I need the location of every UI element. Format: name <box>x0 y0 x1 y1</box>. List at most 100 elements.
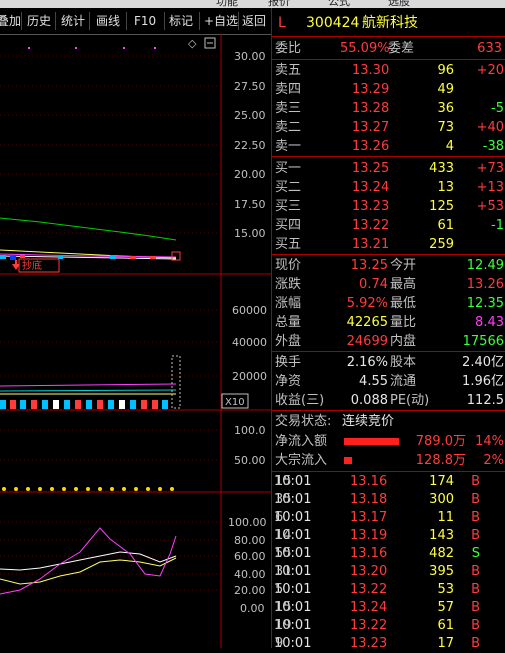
flow-bar <box>344 457 352 464</box>
tick-count: 9 <box>275 636 284 651</box>
menu-item-function[interactable]: 功能 <box>216 0 238 8</box>
ask-price: 13.28 <box>352 101 390 116</box>
bid-volume: 13 <box>437 180 454 195</box>
draw-line-button[interactable]: 画线 <box>93 12 127 30</box>
quote-value-2: 12.35 <box>466 296 504 311</box>
bid-label: 买五 <box>275 237 302 252</box>
volume-axis: 60000 40000 20000 <box>232 304 267 383</box>
tick-row[interactable]: 10:01 13.24 57 B 15 <box>272 599 505 617</box>
menu-item-quote[interactable]: 报价 <box>268 0 290 8</box>
overlay-button[interactable]: 叠加 <box>0 12 22 30</box>
tick-row[interactable]: 10:01 13.23 17 B 9 <box>272 635 505 653</box>
ask-price: 13.26 <box>352 139 390 154</box>
ask-price: 13.27 <box>352 120 390 135</box>
ask-price: 13.29 <box>352 82 390 97</box>
vol-ma-cyan <box>0 389 177 392</box>
ask-row: 卖三 13.28 36 -5 <box>272 99 505 118</box>
ask-volume: 4 <box>445 139 454 154</box>
menu-item-formula[interactable]: 公式 <box>328 0 350 8</box>
quote-value-2: 12.49 <box>466 258 504 273</box>
weibi-row: 委比 55.09% 委差 633 <box>272 39 505 58</box>
volume-tick: 20000 <box>232 370 267 383</box>
stock-name: 航新科技 <box>362 15 418 31</box>
diamond-icon[interactable]: ◇ <box>188 37 197 50</box>
osc1-tick: 100.0 <box>234 424 266 437</box>
bid-price: 13.25 <box>352 161 390 176</box>
quote-row: 现价 13.25 今开 12.49 <box>272 256 505 275</box>
osc2-tick: 0.00 <box>240 602 265 615</box>
fundamental-value-2: 1.96亿 <box>462 374 504 389</box>
trade-status-value: 连续竞价 <box>342 414 395 429</box>
tick-row[interactable]: 10:01 13.17 11 B 6 <box>272 509 505 527</box>
osc2-tick: 40.00 <box>234 568 266 581</box>
quote-label-2: 最低 <box>390 296 417 311</box>
ma-green-line <box>0 217 177 241</box>
menu-item-stock-pick[interactable]: 选股 <box>388 0 410 8</box>
ask-label: 卖五 <box>275 63 302 78</box>
trade-status-row: 交易状态: 连续竞价 <box>272 412 505 431</box>
vol-ma-magenta <box>0 383 177 387</box>
bid-volume: 433 <box>429 161 454 176</box>
ask-change: +40 <box>476 120 504 135</box>
quote-label: 现价 <box>275 258 302 273</box>
fundamental-label-2: PE(动) <box>390 393 430 408</box>
weicha-label: 委差 <box>388 41 415 56</box>
bid-price: 13.23 <box>352 199 390 214</box>
tick-row[interactable]: 10:01 13.18 300 B 35 <box>272 491 505 509</box>
ask-change: -38 <box>482 139 504 154</box>
fundamental-value-2: 2.40亿 <box>462 355 504 370</box>
bid-label: 买三 <box>275 199 302 214</box>
fundamental-label-2: 流通 <box>390 374 417 389</box>
quote-value-2: 13.26 <box>466 277 504 292</box>
tick-count: 15 <box>275 474 292 489</box>
tick-row[interactable]: 10:01 13.22 61 B 19 <box>272 617 505 635</box>
flow-amount: 789.0万 <box>415 434 466 449</box>
stock-header[interactable]: L 300424 航新科技 <box>272 14 505 33</box>
kline-chart-area[interactable]: ◇ 30.00 27.50 25.00 22.50 20.00 17.50 15… <box>0 34 271 648</box>
price-tick: 20.00 <box>234 168 266 181</box>
osc2-tick: 60.00 <box>234 550 266 563</box>
bid-row: 买二 13.24 13 +13 <box>272 178 505 197</box>
quote-row: 涨幅 5.92% 最低 12.35 <box>272 294 505 313</box>
stock-flag: L <box>278 15 286 31</box>
tick-row[interactable]: 10:01 13.20 395 B 31 <box>272 563 505 581</box>
osc1-axis: 100.0 50.00 <box>234 424 266 467</box>
bid-label: 买四 <box>275 218 302 233</box>
tick-row[interactable]: 10:01 13.22 53 B 5 <box>272 581 505 599</box>
weicha-value: 633 <box>477 41 502 56</box>
stats-button[interactable]: 统计 <box>58 12 90 30</box>
ask-volume: 49 <box>437 82 454 97</box>
quote-label-2: 最高 <box>390 277 417 292</box>
fundamental-label: 净资 <box>275 374 302 389</box>
chart-toolbar: 叠加 历史 统计 画线 F10 标记 +自选 返回 <box>0 8 271 35</box>
flow-label: 净流入额 <box>275 434 328 449</box>
f10-button[interactable]: F10 <box>131 12 165 30</box>
fundamental-row: 净资 4.55 流通 1.96亿 <box>272 372 505 391</box>
volume-bars <box>0 400 168 409</box>
bid-row: 买三 13.23 125 +53 <box>272 197 505 216</box>
quote-value-2: 17566 <box>462 334 504 349</box>
kline-chart[interactable]: ◇ 30.00 27.50 25.00 22.50 20.00 17.50 15… <box>0 34 271 648</box>
kdj-magenta-line <box>0 527 177 595</box>
ask-volume: 73 <box>437 120 454 135</box>
back-button[interactable]: 返回 <box>239 12 271 30</box>
kdj-yellow-line <box>0 557 177 585</box>
trade-status-label: 交易状态: <box>275 414 332 429</box>
ask-label: 卖四 <box>275 82 302 97</box>
stock-code: 300424 <box>306 15 360 31</box>
add-watchlist-button[interactable]: +自选 <box>201 12 239 30</box>
osc1-dots <box>2 487 174 491</box>
ask-price: 13.30 <box>352 63 390 78</box>
tick-row[interactable]: 10:01 13.16 482 S 55 <box>272 545 505 563</box>
flow-pct: 2% <box>483 453 504 468</box>
bid-volume: 259 <box>429 237 454 252</box>
menu-bar: 功能 报价 公式 选股 <box>0 0 505 8</box>
history-button[interactable]: 历史 <box>24 12 56 30</box>
tick-count: 6 <box>275 510 284 525</box>
tick-row[interactable]: 10:01 13.16 174 B 15 <box>272 473 505 491</box>
quote-label: 涨幅 <box>275 296 302 311</box>
tick-row[interactable]: 10:01 13.19 143 B 14 <box>272 527 505 545</box>
weibi-label: 委比 <box>275 41 302 56</box>
quote-label: 外盘 <box>275 334 302 349</box>
mark-button[interactable]: 标记 <box>166 12 200 30</box>
